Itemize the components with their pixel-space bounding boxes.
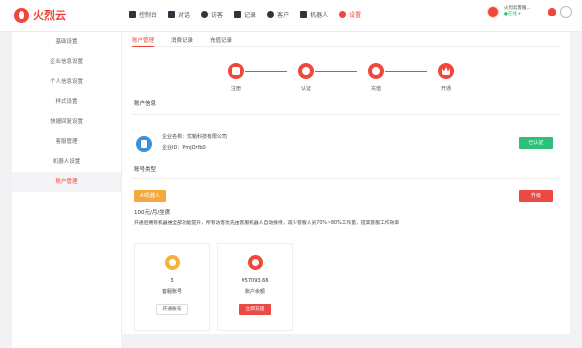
company-name: 企业名称：优魁科技有限公司 — [162, 134, 228, 140]
customer-icon — [267, 11, 275, 18]
balance-label: 账户余额 — [244, 289, 265, 295]
sidebar-item-quick-reply[interactable]: 快捷回复设置 — [12, 112, 121, 132]
company-id: 企业ID：PmjOrfb0 — [162, 145, 206, 151]
register-icon — [232, 67, 240, 75]
step-label: 注册 — [230, 86, 241, 92]
avatar[interactable] — [487, 6, 499, 18]
step-circle — [368, 63, 384, 79]
tab-account[interactable]: 账户管理 — [132, 32, 155, 47]
company-info: 企业名称：优魁科技有限公司 企业ID：PmjOrfb0 — [162, 132, 227, 154]
nav-label: 客户 — [277, 12, 290, 19]
account-type-tag: AI机器人 — [134, 190, 166, 202]
crown-icon — [442, 67, 450, 75]
nav-label: 记录 — [244, 12, 257, 19]
balance-value: ¥57093.66 — [241, 278, 269, 284]
brand-name: 火烈云 — [33, 9, 66, 22]
tab-consumption[interactable]: 消费记录 — [171, 32, 193, 47]
settings-icon — [339, 11, 347, 18]
chat-icon — [168, 11, 176, 18]
step-circle — [438, 63, 454, 79]
settings-sidebar: 基础设置 企业信息设置 个人信息设置 样式设置 快捷回复设置 客服管理 机器人设… — [12, 32, 121, 348]
tab-recharge[interactable]: 充值记录 — [210, 32, 232, 47]
nav-item-customer[interactable]: 客户 — [267, 10, 289, 19]
sidebar-item-style[interactable]: 样式设置 — [12, 92, 121, 112]
home-icon — [129, 11, 136, 18]
recharge-icon — [372, 67, 380, 75]
company-icon — [136, 136, 152, 152]
step-circle — [298, 63, 314, 79]
open-account-button[interactable]: 开通账号 — [156, 304, 188, 315]
main-panel: 账户管理 消费记录 充值记录 注册 认证 充值 开通 账户信息 企业名称：优魁科… — [121, 32, 570, 334]
user-menu[interactable]: 火烈云客服... ●在线 ▾ — [487, 6, 572, 18]
step-label: 开通 — [440, 86, 451, 92]
sidebar-item-basic[interactable]: 基础设置 — [12, 32, 121, 52]
agent-icon — [164, 255, 180, 270]
account-info-title: 账户信息 — [134, 101, 157, 107]
nav-item-visitors[interactable]: 访客 — [201, 10, 223, 19]
recharge-button[interactable]: 立即充值 — [239, 304, 271, 315]
nav-item-records[interactable]: 记录 — [234, 10, 256, 19]
agent-accounts-card: 3 客服账号 开通账号 — [134, 243, 210, 331]
step-recharge: 充值 — [356, 63, 396, 92]
power-icon[interactable] — [560, 6, 572, 18]
step-register: 注册 — [216, 63, 256, 92]
records-icon — [234, 11, 242, 18]
verify-icon — [302, 67, 310, 75]
main-nav: 控制台 对话 访客 记录 客户 机器人 设置 — [129, 10, 372, 19]
nav-item-console[interactable]: 控制台 — [129, 10, 157, 19]
visitors-icon — [201, 11, 209, 18]
sidebar-item-agents[interactable]: 客服管理 — [12, 132, 121, 152]
nav-label: 控制台 — [139, 12, 158, 19]
progress-steps: 注册 认证 充值 开通 — [216, 63, 468, 95]
sidebar-item-company[interactable]: 企业信息设置 — [12, 52, 121, 72]
step-label: 认证 — [300, 86, 311, 92]
step-connector — [385, 71, 427, 72]
step-activate: 开通 — [426, 63, 466, 92]
nav-label: 访客 — [211, 12, 224, 19]
agent-count-label: 客服账号 — [161, 289, 182, 295]
account-type-title: 账号类型 — [134, 167, 157, 173]
nav-label: 对话 — [178, 12, 191, 19]
notification-icon[interactable] — [548, 8, 556, 16]
top-bar: 火烈云 控制台 对话 访客 记录 客户 机器人 设置 火烈云客服... ●在线 … — [0, 0, 582, 32]
agent-count: 3 — [170, 278, 174, 284]
step-label: 充值 — [370, 86, 381, 92]
flame-logo-icon — [14, 7, 29, 23]
sidebar-item-profile[interactable]: 个人信息设置 — [12, 72, 121, 92]
sidebar-item-robot[interactable]: 机器人设置 — [12, 152, 121, 172]
divider — [132, 114, 559, 115]
upgrade-button[interactable]: 升级 — [519, 190, 553, 202]
plan-description: 开通后拥有机器维全部功能提升，所有访客优先由客服机器人自动接待，减少客服人员70… — [134, 221, 400, 226]
sidebar-item-account[interactable]: 账户管理 — [12, 172, 121, 192]
step-circle — [228, 63, 244, 79]
nav-item-settings[interactable]: 设置 — [339, 10, 361, 19]
nav-label: 设置 — [349, 12, 362, 19]
tab-bar: 账户管理 消费记录 充值记录 — [132, 32, 559, 47]
user-status[interactable]: ●在线 ▾ — [504, 12, 544, 18]
brand-logo[interactable]: 火烈云 — [14, 7, 66, 23]
robot-icon — [300, 11, 308, 18]
nav-item-chat[interactable]: 对话 — [168, 10, 190, 19]
plan-price: 100元/月/坐席 — [134, 210, 171, 216]
nav-label: 机器人 — [310, 12, 329, 19]
balance-icon — [247, 255, 263, 270]
verified-badge: 已认证 — [519, 137, 553, 149]
divider — [132, 178, 559, 179]
balance-card: ¥57093.66 账户余额 立即充值 — [217, 243, 293, 331]
nav-item-robot[interactable]: 机器人 — [300, 10, 328, 19]
user-info[interactable]: 火烈云客服... ●在线 ▾ — [504, 6, 544, 18]
step-connector — [315, 71, 357, 72]
step-connector — [245, 71, 287, 72]
step-verify: 认证 — [286, 63, 326, 92]
